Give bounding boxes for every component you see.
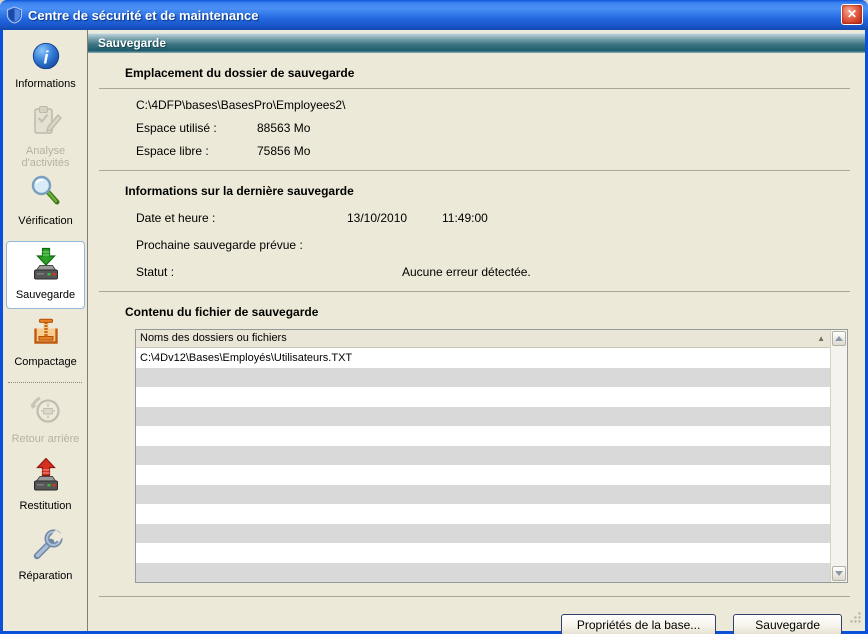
sidebar-item-label: Retour arrière <box>4 433 88 445</box>
sidebar-item-informations[interactable]: i Informations <box>3 40 88 90</box>
sidebar-item-label: Compactage <box>4 356 88 368</box>
section-title-content: Contenu du fichier de sauvegarde <box>125 305 851 319</box>
status-row: Statut : Aucune erreur détectée. <box>136 265 865 279</box>
column-header-label: Noms des dossiers ou fichiers <box>140 332 287 344</box>
table-row[interactable] <box>136 446 830 466</box>
divider <box>99 291 850 292</box>
last-backup-datetime-row: Date et heure : 13/10/2010 11:49:00 <box>136 211 865 225</box>
scroll-up-button[interactable] <box>832 331 846 346</box>
space-free-row: Espace libre : 75856 Mo <box>136 144 865 158</box>
sidebar-item-label: Analyse d'activités <box>4 145 88 169</box>
status-label: Statut : <box>136 265 402 279</box>
space-free-label: Espace libre : <box>136 144 257 158</box>
sidebar: i Informations Analyse d'activités <box>3 30 88 631</box>
page-header: Sauvegarde <box>88 33 865 53</box>
divider <box>99 170 850 171</box>
chevron-up-icon <box>835 336 843 341</box>
titlebar[interactable]: Centre de sécurité et de maintenance ✕ <box>0 0 868 30</box>
window-body: i Informations Analyse d'activités <box>3 30 865 631</box>
table-row[interactable] <box>136 504 830 524</box>
compactage-icon <box>28 314 64 355</box>
table-row[interactable] <box>136 465 830 485</box>
sidebar-item-sauvegarde[interactable]: Sauvegarde <box>6 241 85 309</box>
space-used-label: Espace utilisé : <box>136 121 257 135</box>
space-free-value: 75856 Mo <box>257 144 310 158</box>
resize-grip-icon[interactable] <box>849 611 862 629</box>
restitution-icon <box>28 458 64 499</box>
sidebar-item-restitution[interactable]: Restitution <box>3 458 88 512</box>
next-backup-row: Prochaine sauvegarde prévue : <box>136 238 865 252</box>
chevron-down-icon <box>835 571 843 576</box>
space-used-row: Espace utilisé : 88563 Mo <box>136 121 865 135</box>
app-window: Centre de sécurité et de maintenance ✕ i… <box>0 0 868 634</box>
time-value: 11:49:00 <box>442 211 488 225</box>
sidebar-item-verification[interactable]: Vérification <box>3 173 88 227</box>
backup-folder-path: C:\4DFP\bases\BasesPro\Employees2\ <box>136 98 865 112</box>
next-backup-label: Prochaine sauvegarde prévue : <box>136 238 303 252</box>
sidebar-item-label: Sauvegarde <box>4 289 88 301</box>
activity-analysis-icon <box>28 103 64 144</box>
scroll-down-button[interactable] <box>832 566 846 581</box>
table-column-header[interactable]: Noms des dossiers ou fichiers ▲ <box>136 330 830 348</box>
content-pane: Sauvegarde Emplacement du dossier de sau… <box>88 30 865 631</box>
backup-content-table: Noms des dossiers ou fichiers ▲ C:\4Dv12… <box>135 329 848 583</box>
info-icon: i <box>30 40 62 77</box>
sidebar-item-reparation[interactable]: Réparation <box>3 528 88 582</box>
datetime-label: Date et heure : <box>136 211 347 225</box>
page-title: Sauvegarde <box>98 36 166 50</box>
sidebar-item-compactage[interactable]: Compactage <box>3 314 88 368</box>
repair-icon <box>28 528 64 569</box>
verification-icon <box>28 173 64 214</box>
sidebar-item-label: Réparation <box>4 570 88 582</box>
shield-icon <box>6 6 23 24</box>
rollback-icon <box>28 391 64 432</box>
backup-button[interactable]: Sauvegarde <box>733 614 842 634</box>
table-row[interactable] <box>136 426 830 446</box>
section-title-location: Emplacement du dossier de sauvegarde <box>125 66 851 80</box>
close-button[interactable]: ✕ <box>841 4 863 25</box>
table-row[interactable] <box>136 368 830 388</box>
table-row[interactable] <box>136 543 830 563</box>
table-row[interactable] <box>136 387 830 407</box>
status-value: Aucune erreur détectée. <box>402 265 531 279</box>
sort-asc-icon: ▲ <box>817 330 825 347</box>
table-body: C:\4Dv12\Bases\Employés\Utilisateurs.TXT <box>136 348 830 582</box>
table-row[interactable] <box>136 485 830 505</box>
backup-icon <box>28 247 64 288</box>
sidebar-item-analyse-activites: Analyse d'activités <box>3 103 88 169</box>
footer-buttons: Propriétés de la base... Sauvegarde <box>88 614 842 634</box>
sidebar-item-label: Restitution <box>4 500 88 512</box>
table-row[interactable] <box>136 407 830 427</box>
window-title: Centre de sécurité et de maintenance <box>28 8 258 23</box>
section-title-last-backup: Informations sur la dernière sauvegarde <box>125 184 851 198</box>
sidebar-item-label: Informations <box>4 78 88 90</box>
sidebar-item-label: Vérification <box>4 215 88 227</box>
date-value: 13/10/2010 <box>347 211 442 225</box>
sidebar-divider <box>8 382 82 383</box>
vertical-scrollbar[interactable] <box>830 330 847 582</box>
table-row[interactable]: C:\4Dv12\Bases\Employés\Utilisateurs.TXT <box>136 348 830 368</box>
table-row[interactable] <box>136 563 830 583</box>
database-properties-button[interactable]: Propriétés de la base... <box>561 614 716 634</box>
space-used-value: 88563 Mo <box>257 121 310 135</box>
sidebar-item-retour-arriere: Retour arrière <box>3 391 88 445</box>
divider <box>99 596 850 597</box>
divider <box>99 88 850 89</box>
table-row[interactable] <box>136 524 830 544</box>
